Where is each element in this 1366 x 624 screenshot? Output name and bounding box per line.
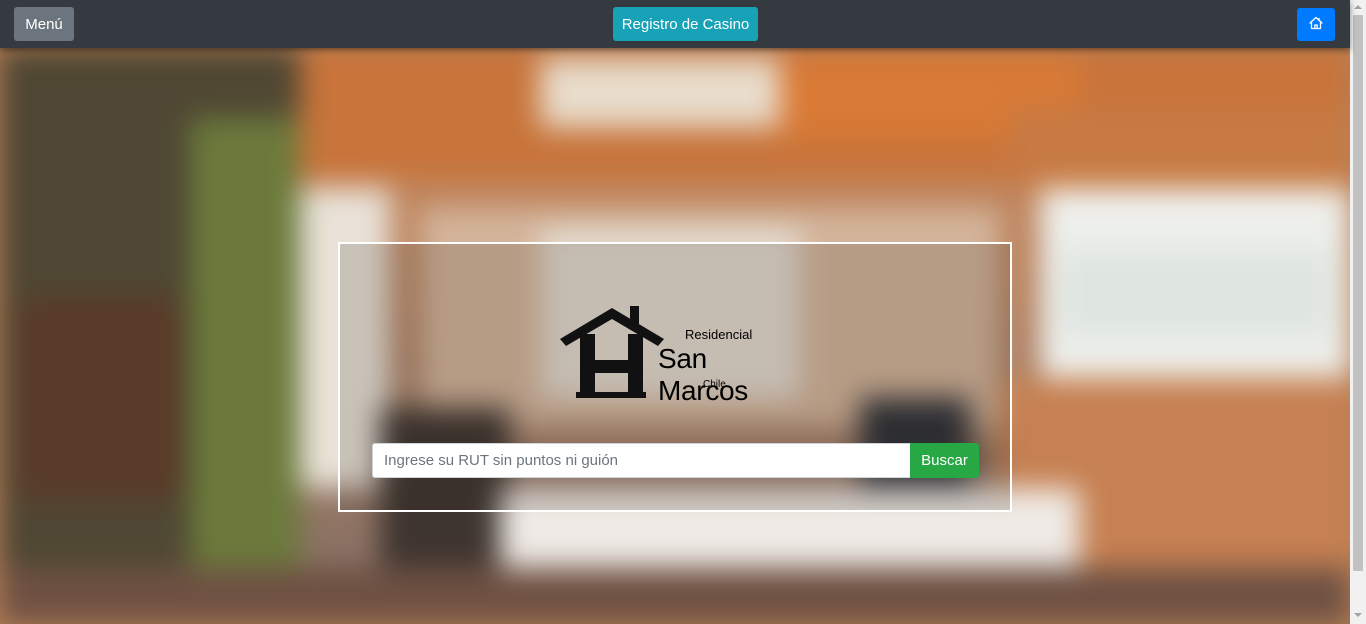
vertical-scrollbar[interactable] bbox=[1350, 0, 1366, 624]
logo-residencial-text: Residencial bbox=[685, 327, 753, 342]
registro-casino-button[interactable]: Registro de Casino bbox=[613, 7, 758, 41]
logo-name-text: San Marcos bbox=[658, 343, 748, 406]
scroll-down-arrow-icon[interactable] bbox=[1354, 613, 1362, 617]
background-photo: Residencial San Marcos Chile Buscar bbox=[0, 48, 1350, 624]
top-navbar: Menú Registro de Casino bbox=[0, 0, 1350, 48]
scrollbar-thumb[interactable] bbox=[1353, 15, 1363, 571]
menu-button[interactable]: Menú bbox=[14, 7, 74, 41]
scroll-up-arrow-icon[interactable] bbox=[1354, 5, 1362, 9]
residencial-san-marcos-logo: Residencial San Marcos Chile bbox=[558, 302, 798, 406]
rut-search-group: Buscar bbox=[372, 443, 979, 478]
search-panel: Residencial San Marcos Chile Buscar bbox=[338, 242, 1012, 512]
house-h-logo bbox=[560, 306, 664, 398]
home-button[interactable] bbox=[1297, 8, 1335, 41]
search-button[interactable]: Buscar bbox=[910, 443, 979, 478]
logo-country-text: Chile bbox=[703, 379, 726, 390]
rut-search-input[interactable] bbox=[372, 443, 910, 478]
house-icon bbox=[1308, 15, 1324, 35]
